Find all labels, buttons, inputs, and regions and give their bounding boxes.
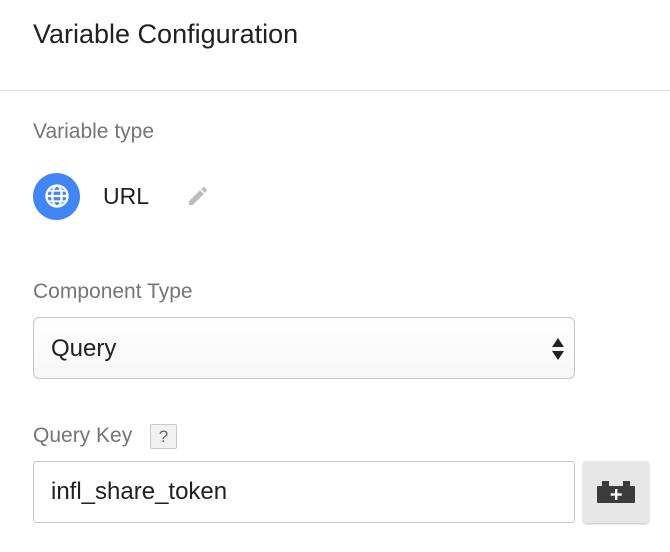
- component-type-select[interactable]: Query: [33, 317, 575, 379]
- pencil-icon-glyph: [189, 186, 208, 205]
- query-key-input[interactable]: [33, 461, 575, 523]
- component-type-label: Component Type: [33, 280, 193, 303]
- panel-header: Variable Configuration: [0, 0, 670, 91]
- variable-type-row: URL: [33, 172, 211, 220]
- variable-type-label: Variable type: [33, 120, 155, 143]
- pencil-icon[interactable]: [185, 183, 211, 209]
- select-arrows-icon: [552, 338, 564, 360]
- insert-variable-button[interactable]: [583, 461, 649, 523]
- query-key-label: Query Key: [33, 424, 133, 447]
- variable-type-name: URL: [103, 183, 150, 209]
- globe-icon-glyph: [44, 184, 69, 208]
- globe-icon: [33, 172, 80, 220]
- page-title: Variable Configuration: [33, 19, 299, 49]
- component-type-selected-value: Query: [51, 335, 117, 362]
- help-button[interactable]: ?: [150, 424, 177, 449]
- add-variable-brick-icon: [597, 481, 635, 503]
